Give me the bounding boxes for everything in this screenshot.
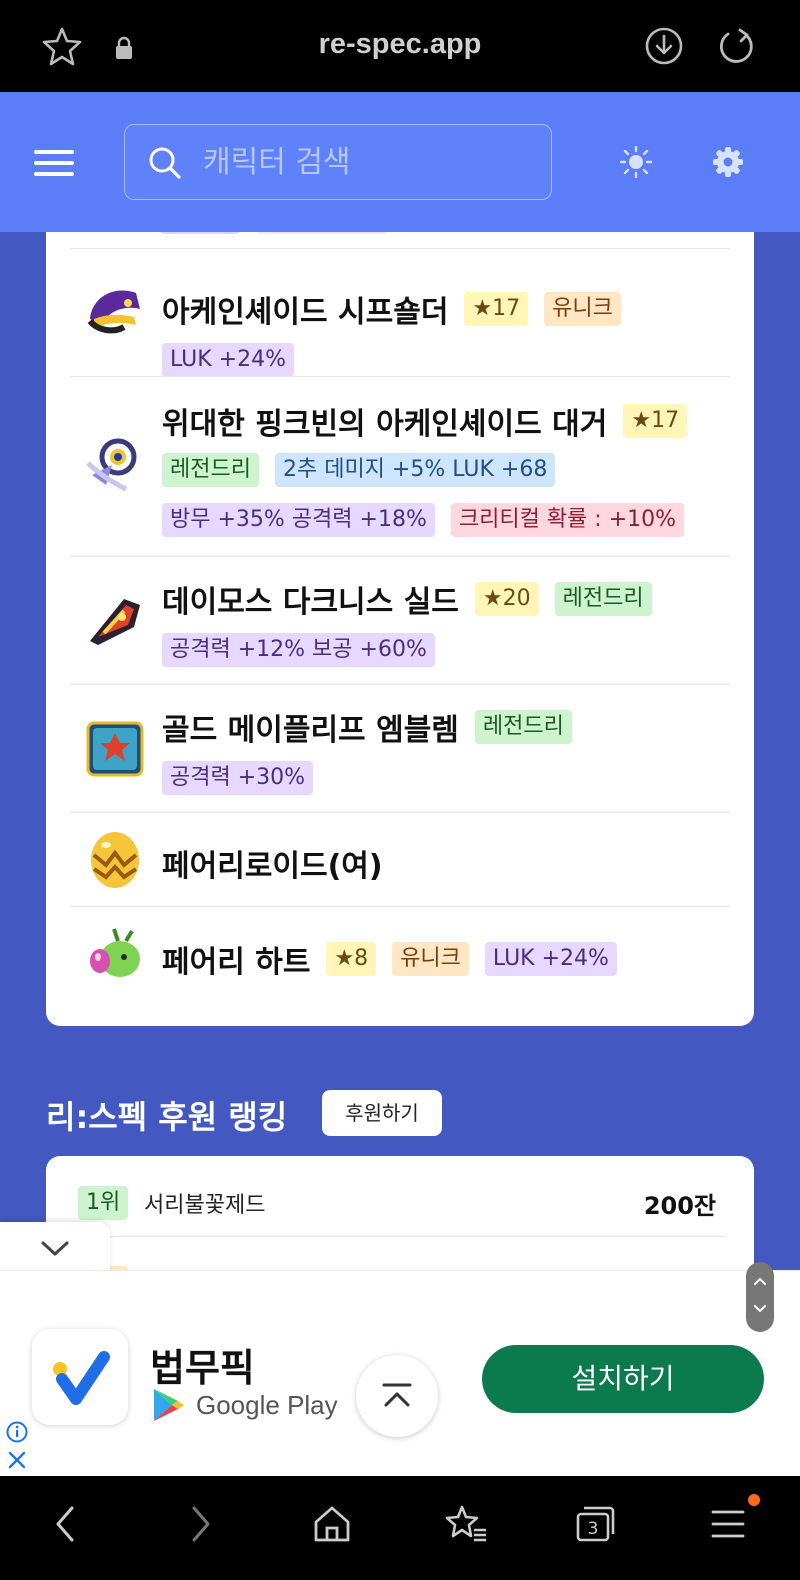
app-header bbox=[0, 92, 800, 232]
tab-count: 3 bbox=[588, 1519, 599, 1539]
donor-name: 서리불꽃제드 bbox=[144, 1193, 266, 1218]
ad-close-icon[interactable] bbox=[8, 1451, 26, 1469]
item-name: 위대한 핑크빈의 아케인셰이드 대거 bbox=[162, 407, 608, 442]
equipment-row[interactable]: 위대한 핑크빈의 아케인셰이드 대거 ★17 레전드리 2추 데미지 +5% LUK … bbox=[70, 376, 730, 556]
item-icon bbox=[84, 433, 146, 495]
item-icon bbox=[84, 829, 146, 891]
home-icon[interactable] bbox=[312, 1504, 352, 1544]
potential-grade-badge: 유니크 bbox=[544, 292, 621, 326]
back-icon[interactable] bbox=[50, 1504, 80, 1544]
reload-icon[interactable] bbox=[716, 26, 756, 66]
ad-banner[interactable]: 법무픽 Google Play 설치하기 bbox=[0, 1270, 800, 1476]
item-line: 방무 +35% 공격력 +18% 크리티컬 확률 : +10% bbox=[162, 503, 700, 537]
store-name: Google Play bbox=[196, 1389, 338, 1420]
scroll-handle[interactable] bbox=[746, 1262, 774, 1332]
starforce-badge: ★17 bbox=[623, 404, 688, 438]
item-name: 페어리 하트 bbox=[162, 945, 311, 980]
item-icon bbox=[84, 717, 146, 779]
item-line: 위대한 핑크빈의 아케인셰이드 대거 ★17 bbox=[162, 399, 703, 443]
stat-badge: 공격력 +30% bbox=[162, 761, 314, 795]
donation-amount: 200잔 bbox=[643, 1192, 716, 1220]
potential-grade-badge: 레전드리 bbox=[474, 710, 572, 744]
donate-button[interactable]: 후원하기 bbox=[322, 1090, 442, 1136]
ranking-card: 1위 서리불꽃제드 200잔 2위 김바다 120잔 bbox=[46, 1156, 754, 1276]
browser-toolbar: re-spec.app bbox=[0, 0, 800, 92]
install-button[interactable]: 설치하기 bbox=[482, 1345, 764, 1413]
item-icon bbox=[84, 279, 146, 341]
item-line: 공격력 +30% bbox=[162, 761, 329, 795]
forward-icon[interactable] bbox=[186, 1504, 216, 1544]
equipment-row[interactable]: 페어리로이드(여) bbox=[70, 812, 730, 906]
item-icon bbox=[84, 923, 146, 985]
search-icon bbox=[149, 147, 181, 179]
item-line: 공격력 +12% 보공 +60% bbox=[162, 633, 451, 667]
item-line: 골드 메이플리프 엠블렘 레전드리 bbox=[162, 705, 588, 749]
search-box[interactable] bbox=[124, 124, 552, 200]
menu-lines-icon[interactable] bbox=[710, 1504, 746, 1544]
previous-row-fragment bbox=[160, 232, 240, 234]
app-logo[interactable] bbox=[32, 1329, 128, 1425]
equipment-row[interactable]: 데이모스 다크니스 실드 ★20 레전드리공격력 +12% 보공 +60% bbox=[70, 556, 730, 684]
ad-app-name[interactable]: 법무픽 bbox=[150, 1337, 255, 1392]
stat-badge: 크리티컬 확률 : +10% bbox=[450, 503, 685, 537]
item-line: 페어리로이드(여) bbox=[162, 841, 399, 885]
item-name: 아케인셰이드 시프숄더 bbox=[162, 295, 449, 330]
potential-grade-badge: 레전드리 bbox=[554, 582, 652, 616]
bookmarks-icon[interactable] bbox=[444, 1504, 488, 1544]
potential-grade-badge: 유니크 bbox=[392, 942, 469, 976]
download-icon[interactable] bbox=[644, 26, 684, 66]
item-icon bbox=[84, 589, 146, 651]
stat-badge: 방무 +35% 공격력 +18% bbox=[162, 503, 435, 537]
starforce-badge: ★17 bbox=[464, 292, 529, 326]
chevron-down-icon bbox=[41, 1241, 69, 1256]
starforce-badge: ★8 bbox=[326, 942, 377, 976]
chevron-up-icon bbox=[754, 1277, 766, 1285]
tabs-icon[interactable]: 3 bbox=[574, 1504, 616, 1544]
item-line: LUK +24% bbox=[162, 343, 310, 377]
item-line: 레전드리 2추 데미지 +5% LUK +68 bbox=[162, 453, 571, 487]
settings-gear-icon[interactable] bbox=[712, 146, 744, 178]
rank-badge: 1위 bbox=[78, 1186, 129, 1220]
search-input[interactable] bbox=[203, 139, 533, 185]
ranking-title: 리:스펙 후원 랭킹 bbox=[46, 1098, 288, 1136]
stat-badge: LUK +24% bbox=[162, 343, 295, 377]
item-name: 데이모스 다크니스 실드 bbox=[162, 585, 459, 620]
chevron-down-icon bbox=[754, 1305, 766, 1313]
google-play-badge: Google Play bbox=[152, 1387, 338, 1423]
browser-bottom-nav: 3 bbox=[0, 1476, 800, 1580]
notification-dot bbox=[748, 1494, 760, 1506]
theme-sun-icon[interactable] bbox=[620, 146, 652, 178]
equipment-row[interactable]: 골드 메이플리프 엠블렘 레전드리공격력 +30% bbox=[70, 684, 730, 812]
arrow-up-icon bbox=[382, 1383, 412, 1407]
item-line: 아케인셰이드 시프숄더 ★17 유니크 bbox=[162, 287, 637, 331]
starforce-badge: ★20 bbox=[474, 582, 539, 616]
menu-icon[interactable] bbox=[34, 150, 74, 176]
scroll-top-button[interactable] bbox=[356, 1355, 438, 1437]
stat-badge: 2추 데미지 +5% LUK +68 bbox=[274, 453, 556, 487]
equipment-row[interactable]: 아케인셰이드 시프숄더 ★17 유니크 LUK +24% bbox=[70, 248, 730, 377]
google-play-icon bbox=[154, 1389, 184, 1421]
stat-badge: LUK +24% bbox=[484, 942, 617, 976]
previous-row-fragment bbox=[258, 232, 388, 234]
equipment-row[interactable]: 페어리 하트 ★8 유니크 LUK +24% bbox=[70, 906, 730, 1000]
ranking-row[interactable]: 1위 서리불꽃제드 200잔 bbox=[76, 1156, 724, 1236]
equipment-card: 아케인셰이드 시프숄더 ★17 유니크 LUK +24% 위대한 핑크빈의 아케인셰이드… bbox=[46, 232, 754, 1026]
ad-info-icon[interactable] bbox=[6, 1421, 28, 1443]
potential-grade-badge: 레전드리 bbox=[162, 453, 259, 487]
item-name: 골드 메이플리프 엠블렘 bbox=[162, 713, 459, 748]
item-line: 데이모스 다크니스 실드 ★20 레전드리 bbox=[162, 577, 668, 621]
item-line: 페어리 하트 ★8 유니크 LUK +24% bbox=[162, 937, 633, 981]
item-name: 페어리로이드(여) bbox=[162, 849, 383, 884]
stat-badge: 공격력 +12% 보공 +60% bbox=[162, 633, 435, 667]
